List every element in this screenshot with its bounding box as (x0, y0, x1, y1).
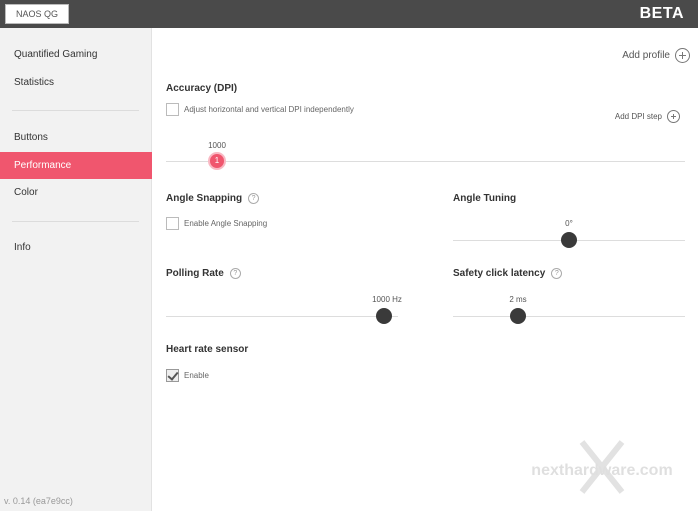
safety-click-track[interactable] (453, 316, 685, 317)
add-dpi-step-button[interactable]: Add DPI step (615, 110, 680, 123)
heart-rate-title-text: Heart rate sensor (166, 344, 249, 355)
heart-rate-checkbox[interactable] (166, 369, 179, 382)
independent-dpi-row[interactable]: Adjust horizontal and vertical DPI indep… (166, 103, 354, 116)
plus-circle-icon (675, 48, 690, 63)
help-icon[interactable]: ? (551, 268, 563, 279)
heart-rate-row[interactable]: Enable (166, 369, 209, 382)
polling-rate-track[interactable] (166, 316, 398, 317)
watermark-text: nexthardware.com (531, 462, 672, 479)
performance-panel: Add profile Accuracy (DPI) Adjust horizo… (152, 28, 698, 511)
accuracy-title-text: Accuracy (DPI) (166, 83, 238, 94)
add-profile-label: Add profile (622, 50, 670, 61)
angle-tuning-title: Angle Tuning (453, 193, 516, 204)
sidebar-item-color[interactable]: Color (0, 179, 152, 206)
angle-snapping-row[interactable]: Enable Angle Snapping (166, 217, 267, 230)
nav-divider (12, 221, 139, 222)
help-icon[interactable]: ? (248, 193, 260, 204)
polling-rate-title: Polling Rate ? (166, 268, 241, 279)
top-bar: NAOS QG BETA (0, 0, 698, 28)
heart-rate-label: Enable (184, 371, 209, 380)
polling-rate-value: 1000 Hz (372, 295, 402, 304)
angle-snapping-title-text: Angle Snapping (166, 193, 243, 204)
dpi-slider-knob[interactable]: 1 (208, 152, 226, 170)
add-dpi-step-label: Add DPI step (614, 112, 662, 121)
site-watermark-logo: nexthardware.com (531, 440, 673, 494)
independent-dpi-checkbox[interactable] (166, 103, 179, 116)
angle-tuning-title-text: Angle Tuning (453, 193, 517, 204)
polling-rate-title-text: Polling Rate (166, 268, 224, 279)
safety-click-title: Safety click latency ? (453, 268, 563, 279)
safety-click-title-text: Safety click latency (453, 268, 546, 279)
accuracy-title: Accuracy (DPI) (166, 83, 237, 94)
angle-tuning-value: 0° (565, 219, 573, 228)
angle-snapping-label: Enable Angle Snapping (184, 219, 268, 228)
dpi-value-label: 1000 (208, 141, 226, 150)
independent-dpi-label: Adjust horizontal and vertical DPI indep… (184, 105, 354, 114)
angle-snapping-title: Angle Snapping ? (166, 193, 260, 204)
add-profile-button[interactable]: Add profile (622, 48, 690, 63)
sidebar-item-performance[interactable]: Performance (0, 152, 152, 179)
sidebar-item-info[interactable]: Info (0, 234, 152, 261)
safety-click-value: 2 ms (509, 295, 527, 304)
plus-circle-icon (667, 110, 680, 123)
sidebar: Quantified Gaming Statistics Buttons Per… (0, 28, 152, 511)
sidebar-item-statistics[interactable]: Statistics (0, 69, 152, 96)
version-label: v. 0.14 (ea7e9cc) (4, 496, 73, 506)
heart-rate-title: Heart rate sensor (166, 344, 248, 355)
polling-rate-knob[interactable] (376, 308, 392, 324)
nav-divider (12, 110, 139, 111)
angle-tuning-knob[interactable] (561, 232, 577, 248)
sidebar-item-buttons[interactable]: Buttons (0, 124, 152, 151)
dpi-slider-track[interactable] (166, 161, 685, 162)
device-tab[interactable]: NAOS QG (5, 4, 69, 24)
angle-snapping-checkbox[interactable] (166, 217, 179, 230)
beta-badge: BETA (639, 5, 684, 22)
safety-click-knob[interactable] (510, 308, 526, 324)
sidebar-item-quantified-gaming[interactable]: Quantified Gaming (0, 41, 152, 68)
help-icon[interactable]: ? (229, 268, 241, 279)
